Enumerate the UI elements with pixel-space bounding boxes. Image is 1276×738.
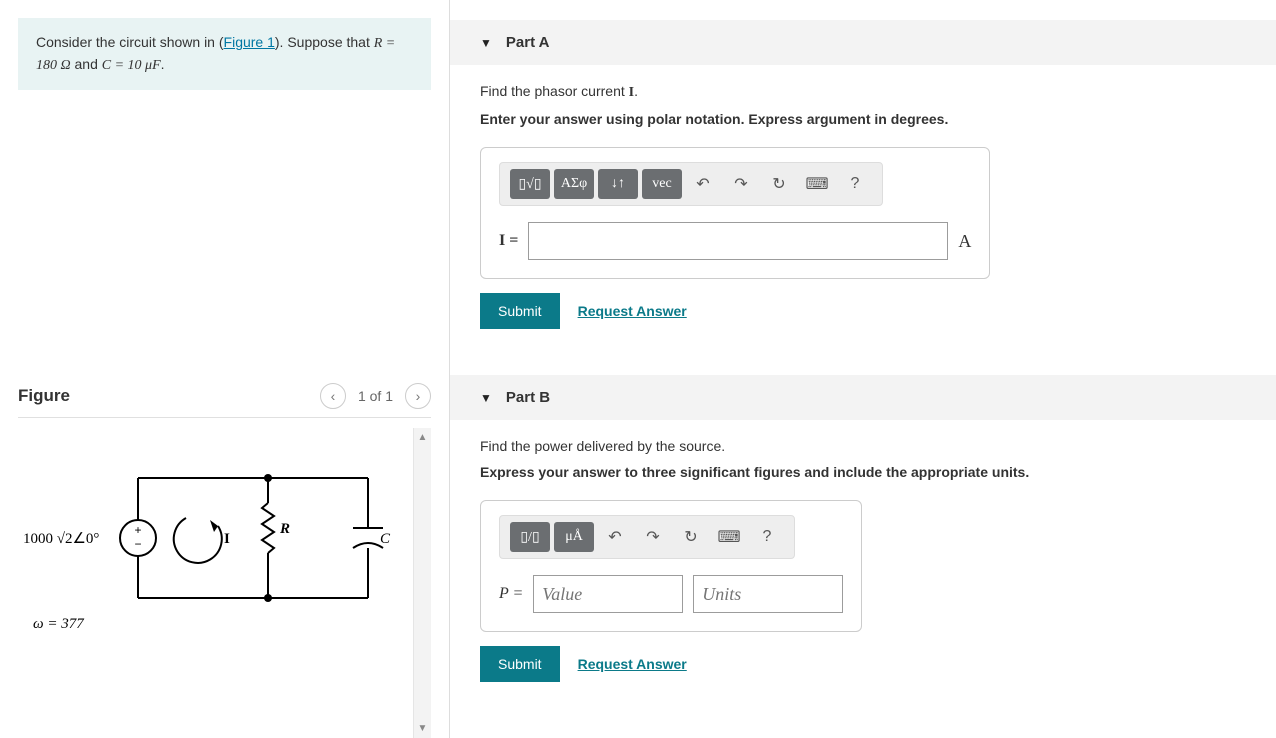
help-button[interactable]: ? bbox=[838, 169, 872, 199]
greek-button[interactable]: ΑΣφ bbox=[554, 169, 594, 199]
fraction-button[interactable]: ▯/▯ bbox=[510, 522, 550, 552]
circuit-diagram: + − bbox=[18, 428, 413, 738]
help-button[interactable]: ? bbox=[750, 522, 784, 552]
part-b-value-input[interactable] bbox=[533, 575, 683, 613]
part-b-submit-button[interactable]: Submit bbox=[480, 646, 560, 682]
part-b-answer-box: ▯/▯ μÅ ↶ ↷ ↻ ⌨ ? P = bbox=[480, 500, 862, 632]
redo-button[interactable]: ↷ bbox=[724, 169, 758, 199]
problem-statement: Consider the circuit shown in (Figure 1)… bbox=[18, 18, 431, 90]
undo-button[interactable]: ↶ bbox=[598, 522, 632, 552]
part-a-submit-button[interactable]: Submit bbox=[480, 293, 560, 329]
omega-label: ω = 377 bbox=[33, 616, 85, 632]
part-a-answer-input[interactable] bbox=[528, 222, 948, 260]
reset-button[interactable]: ↻ bbox=[762, 169, 796, 199]
problem-text-2: ). Suppose that bbox=[275, 34, 374, 50]
reset-button[interactable]: ↻ bbox=[674, 522, 708, 552]
supersub-button[interactable]: ↓↑ bbox=[598, 169, 638, 199]
units-button[interactable]: μÅ bbox=[554, 522, 594, 552]
scroll-down-icon[interactable]: ▼ bbox=[418, 719, 428, 738]
right-panel: ▼ Part A Find the phasor current I. Ente… bbox=[450, 0, 1276, 738]
left-panel: Consider the circuit shown in (Figure 1)… bbox=[0, 0, 450, 738]
templates-button[interactable]: ▯√▯ bbox=[510, 169, 550, 199]
part-b: ▼ Part B Find the power delivered by the… bbox=[450, 375, 1276, 708]
undo-button[interactable]: ↶ bbox=[686, 169, 720, 199]
part-b-prompt: Find the power delivered by the source. bbox=[480, 438, 1246, 454]
c-expr: C = 10 μF bbox=[102, 58, 161, 73]
figure-section: Figure ‹ 1 of 1 › bbox=[0, 383, 449, 738]
figure-scrollbar[interactable]: ▲ ▼ bbox=[413, 428, 431, 738]
caret-down-icon: ▼ bbox=[480, 391, 492, 405]
part-a-prompt: Find the phasor current I. bbox=[480, 83, 1246, 101]
part-b-units-input[interactable] bbox=[693, 575, 843, 613]
figure-header: Figure ‹ 1 of 1 › bbox=[18, 383, 431, 418]
svg-text:−: − bbox=[134, 537, 141, 551]
part-a-instruction: Enter your answer using polar notation. … bbox=[480, 111, 1246, 127]
figure-next-button[interactable]: › bbox=[405, 383, 431, 409]
vec-button[interactable]: vec bbox=[642, 169, 682, 199]
problem-text-1: Consider the circuit shown in ( bbox=[36, 34, 224, 50]
part-b-lhs: P = bbox=[499, 585, 523, 603]
source-label: 1000 √2∠0° bbox=[23, 531, 99, 547]
part-a: ▼ Part A Find the phasor current I. Ente… bbox=[450, 20, 1276, 355]
i-label: I bbox=[224, 531, 230, 547]
scroll-up-icon[interactable]: ▲ bbox=[418, 428, 428, 447]
figure-title: Figure bbox=[18, 386, 70, 406]
redo-button[interactable]: ↷ bbox=[636, 522, 670, 552]
and-text: and bbox=[71, 56, 102, 72]
part-b-request-answer-link[interactable]: Request Answer bbox=[578, 656, 687, 672]
c-label: C bbox=[380, 531, 391, 547]
part-a-title: Part A bbox=[506, 34, 550, 51]
part-b-header[interactable]: ▼ Part B bbox=[450, 375, 1276, 420]
part-b-toolbar: ▯/▯ μÅ ↶ ↷ ↻ ⌨ ? bbox=[499, 515, 795, 559]
part-a-answer-box: ▯√▯ ΑΣφ ↓↑ vec ↶ ↷ ↻ ⌨ ? I = A bbox=[480, 147, 990, 279]
figure-nav: ‹ 1 of 1 › bbox=[320, 383, 431, 409]
figure-counter: 1 of 1 bbox=[358, 388, 393, 404]
part-a-request-answer-link[interactable]: Request Answer bbox=[578, 303, 687, 319]
part-a-unit: A bbox=[958, 231, 971, 252]
part-a-toolbar: ▯√▯ ΑΣφ ↓↑ vec ↶ ↷ ↻ ⌨ ? bbox=[499, 162, 883, 206]
part-b-instruction: Express your answer to three significant… bbox=[480, 464, 1246, 480]
keyboard-button[interactable]: ⌨ bbox=[712, 522, 746, 552]
part-a-header[interactable]: ▼ Part A bbox=[450, 20, 1276, 65]
svg-text:+: + bbox=[134, 523, 141, 537]
part-a-lhs: I = bbox=[499, 232, 518, 250]
caret-down-icon: ▼ bbox=[480, 36, 492, 50]
r-label: R bbox=[279, 521, 290, 537]
keyboard-button[interactable]: ⌨ bbox=[800, 169, 834, 199]
figure-prev-button[interactable]: ‹ bbox=[320, 383, 346, 409]
period: . bbox=[161, 56, 165, 72]
part-b-title: Part B bbox=[506, 389, 550, 406]
figure-link[interactable]: Figure 1 bbox=[224, 34, 275, 50]
